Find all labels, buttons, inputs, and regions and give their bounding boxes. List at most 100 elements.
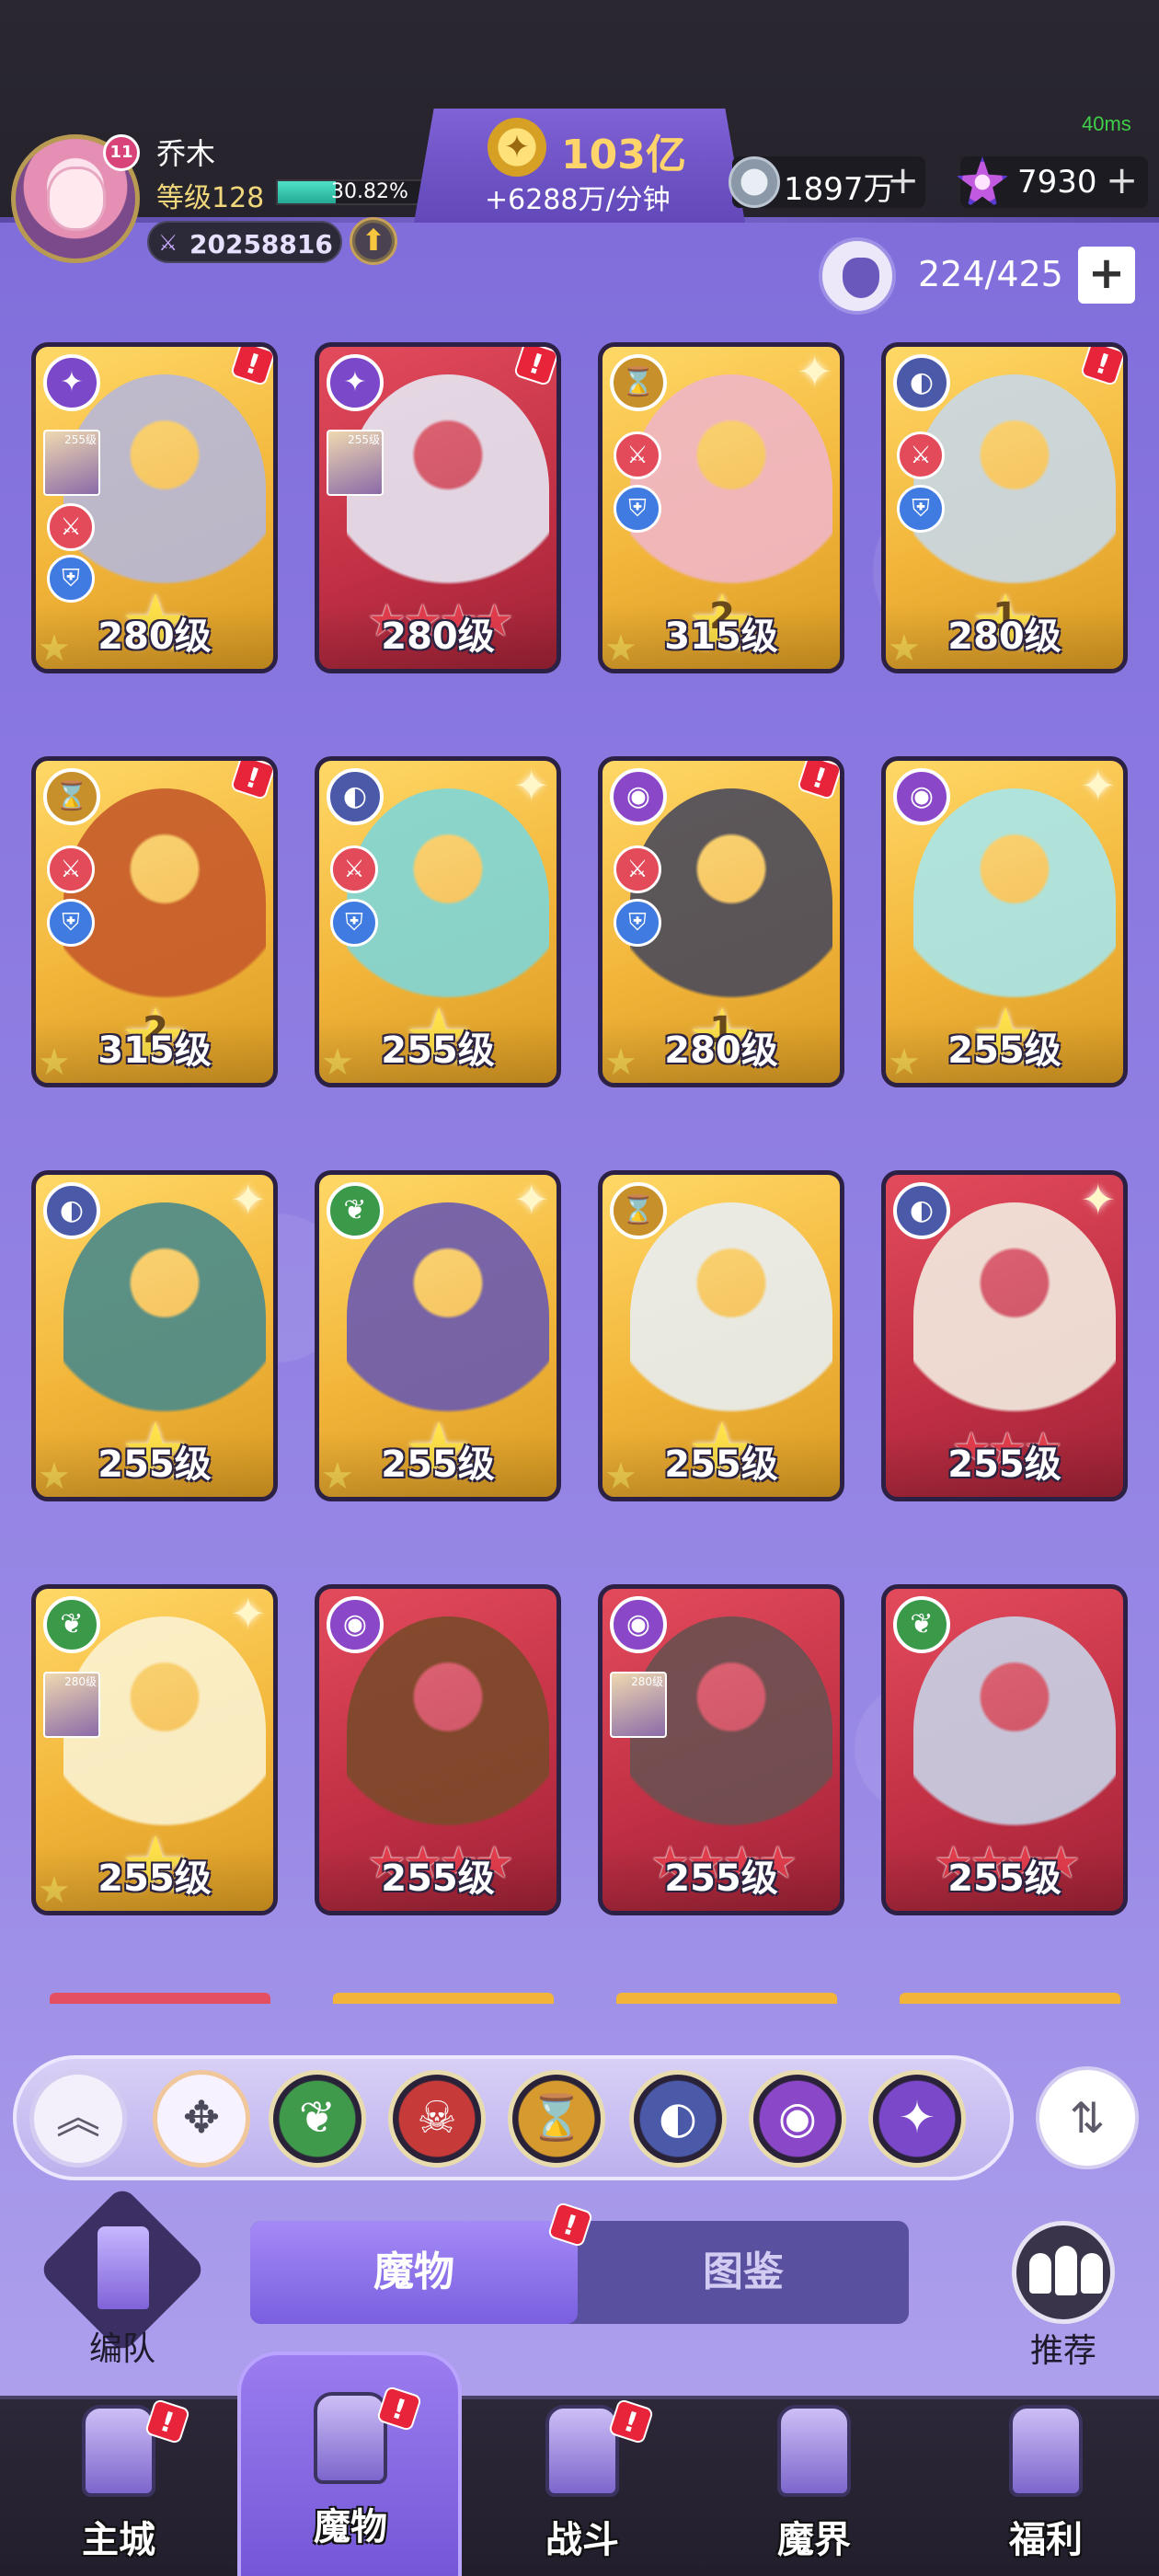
- add-gem-button[interactable]: +: [1106, 160, 1138, 201]
- filter-beast-icon[interactable]: ◐: [629, 2070, 727, 2168]
- sparkle-icon: ✦: [513, 1175, 549, 1225]
- alert-badge: !: [796, 761, 840, 801]
- monster-card[interactable]: ◐★★★255级✦: [881, 1170, 1128, 1501]
- monster-level: 280级: [36, 604, 273, 669]
- sparkle-icon: ✦: [230, 1589, 266, 1639]
- gem-resource[interactable]: 7930 +: [957, 156, 1148, 208]
- filter-collapse-icon[interactable]: ︽: [29, 2070, 127, 2168]
- monster-card[interactable]: ❦★★★★255级: [881, 1584, 1128, 1915]
- filter-nature-icon[interactable]: ❦: [269, 2070, 366, 2168]
- faction-icon: ◐: [893, 1182, 950, 1239]
- filter-time-icon[interactable]: ⌛: [508, 2070, 605, 2168]
- sparkle-icon: ✦: [513, 761, 549, 811]
- armor-slot-icon: ⛨: [47, 899, 95, 947]
- sparkle-icon: ✦: [797, 347, 832, 397]
- faction-icon: ❦: [327, 1182, 384, 1239]
- people-icon: [1081, 2253, 1103, 2294]
- next-row-card-edge: [333, 1993, 554, 2004]
- nav-battle[interactable]: 战斗!: [495, 2396, 670, 2576]
- faction-icon: ◉: [610, 1596, 667, 1653]
- nav-home-castle[interactable]: 主城!: [31, 2396, 206, 2576]
- sparkle-icon: ✦: [230, 1175, 266, 1225]
- monster-portrait: [63, 788, 266, 1018]
- equipped-ally-thumbnail: 280级: [610, 1672, 667, 1738]
- nav-demon-realm[interactable]: 魔界: [727, 2396, 901, 2576]
- monster-card[interactable]: ✦255级⚔⛨★★280级!: [31, 342, 278, 673]
- silver-coin-icon: [729, 156, 780, 208]
- monster-card[interactable]: ◉280级★★★★255级: [598, 1584, 844, 1915]
- monster-card[interactable]: ⌛⚔⛨★2★315级✦: [598, 342, 844, 673]
- nav-label: 战斗: [545, 2519, 619, 2561]
- weapon-slot-icon: ⚔: [614, 845, 661, 893]
- monster-level: 280级: [602, 1018, 840, 1083]
- add-silver-button[interactable]: +: [887, 160, 919, 201]
- monster-portrait: [630, 788, 832, 1018]
- monster-card[interactable]: ❦★★255级✦: [315, 1170, 561, 1501]
- monster-card[interactable]: ◉⚔⛨★1★280级!: [598, 756, 844, 1087]
- nav-monsters[interactable]: 魔物!: [263, 2383, 438, 2563]
- monster-portrait: [913, 374, 1116, 604]
- sword-icon: ⚔: [158, 230, 178, 256]
- gem-icon: [957, 156, 1008, 208]
- sort-icon[interactable]: ⇅: [1036, 2066, 1139, 2169]
- monster-card[interactable]: ◉★★★★255级: [315, 1584, 561, 1915]
- next-row-card-edge: [900, 1993, 1120, 2004]
- monster-card[interactable]: ◐★★255级✦: [31, 1170, 278, 1501]
- roster-count: 224/425: [918, 254, 1063, 294]
- filter-eye-icon[interactable]: ◉: [749, 2070, 846, 2168]
- gem-amount: 7930: [1017, 164, 1097, 201]
- filter-all-icon[interactable]: ✥: [153, 2070, 250, 2168]
- faction-icon: ◉: [327, 1596, 384, 1653]
- weapon-slot-icon: ⚔: [47, 503, 95, 551]
- gold-amount: 103亿: [561, 132, 686, 178]
- home-castle-icon: [82, 2405, 155, 2497]
- faction-icon: ✦: [43, 354, 100, 411]
- team-formation-button[interactable]: 编队: [38, 2185, 207, 2368]
- monster-portrait: [630, 1202, 832, 1432]
- faction-icon: ⌛: [43, 768, 100, 825]
- nav-rewards[interactable]: 福利: [958, 2396, 1133, 2576]
- monster-card[interactable]: ✦255级★★★★280级!: [315, 342, 561, 673]
- ping-indicator: 40ms: [1082, 112, 1131, 135]
- monster-level: 255级: [319, 1846, 557, 1911]
- tab-codex[interactable]: 图鉴: [578, 2221, 909, 2324]
- monster-card[interactable]: ◉★★255级✦: [881, 756, 1128, 1087]
- monster-portrait: [347, 788, 549, 1018]
- monster-card[interactable]: ⌛★★255级: [598, 1170, 844, 1501]
- castle-icon: [98, 2226, 149, 2309]
- monster-level: 255级: [886, 1018, 1123, 1083]
- monster-level: 255级: [886, 1846, 1123, 1911]
- monster-portrait: [630, 374, 832, 604]
- monster-portrait: [913, 788, 1116, 1018]
- expand-roster-button[interactable]: +: [1078, 247, 1135, 304]
- silver-resource[interactable]: 1897万 +: [729, 156, 925, 208]
- monster-card[interactable]: ❦280级★★255级✦: [31, 1584, 278, 1915]
- alert-badge: !: [229, 347, 273, 387]
- team-label: 编队: [88, 2330, 155, 2368]
- recommend-label: 推荐: [1029, 2332, 1096, 2370]
- equipped-ally-thumbnail: 255级: [327, 430, 384, 496]
- faction-icon: ⌛: [610, 1182, 667, 1239]
- monster-level: 255级: [319, 1432, 557, 1497]
- weapon-slot-icon: ⚔: [330, 845, 378, 893]
- mode-tabs: 魔物 图鉴 !: [250, 2201, 909, 2324]
- armor-slot-icon: ⛨: [614, 899, 661, 947]
- alert-badge: !: [512, 347, 557, 387]
- monster-portrait: [347, 1616, 549, 1846]
- player-level: 等级128: [156, 182, 265, 214]
- faction-icon: ◉: [610, 768, 667, 825]
- monster-level: 280级: [319, 604, 557, 669]
- monster-card[interactable]: ⌛⚔⛨★2★315级!: [31, 756, 278, 1087]
- avatar-rank-badge: 11: [103, 134, 140, 171]
- monster-portrait: [913, 1202, 1116, 1432]
- filter-demon-icon[interactable]: ☠: [388, 2070, 486, 2168]
- filter-arcane-icon[interactable]: ✦: [868, 2070, 966, 2168]
- power-up-arrow-icon[interactable]: ⬆: [350, 217, 397, 265]
- monster-level: 255级: [36, 1846, 273, 1911]
- tab-monsters[interactable]: 魔物: [250, 2221, 578, 2324]
- monster-card[interactable]: ◐⚔⛨★★255级✦: [315, 756, 561, 1087]
- armor-slot-icon: ⛨: [47, 555, 95, 603]
- monster-card[interactable]: ◐⚔⛨★1★280级!: [881, 342, 1128, 673]
- recommend-button[interactable]: [1012, 2221, 1115, 2324]
- equipped-ally-thumbnail: 255级: [43, 430, 100, 496]
